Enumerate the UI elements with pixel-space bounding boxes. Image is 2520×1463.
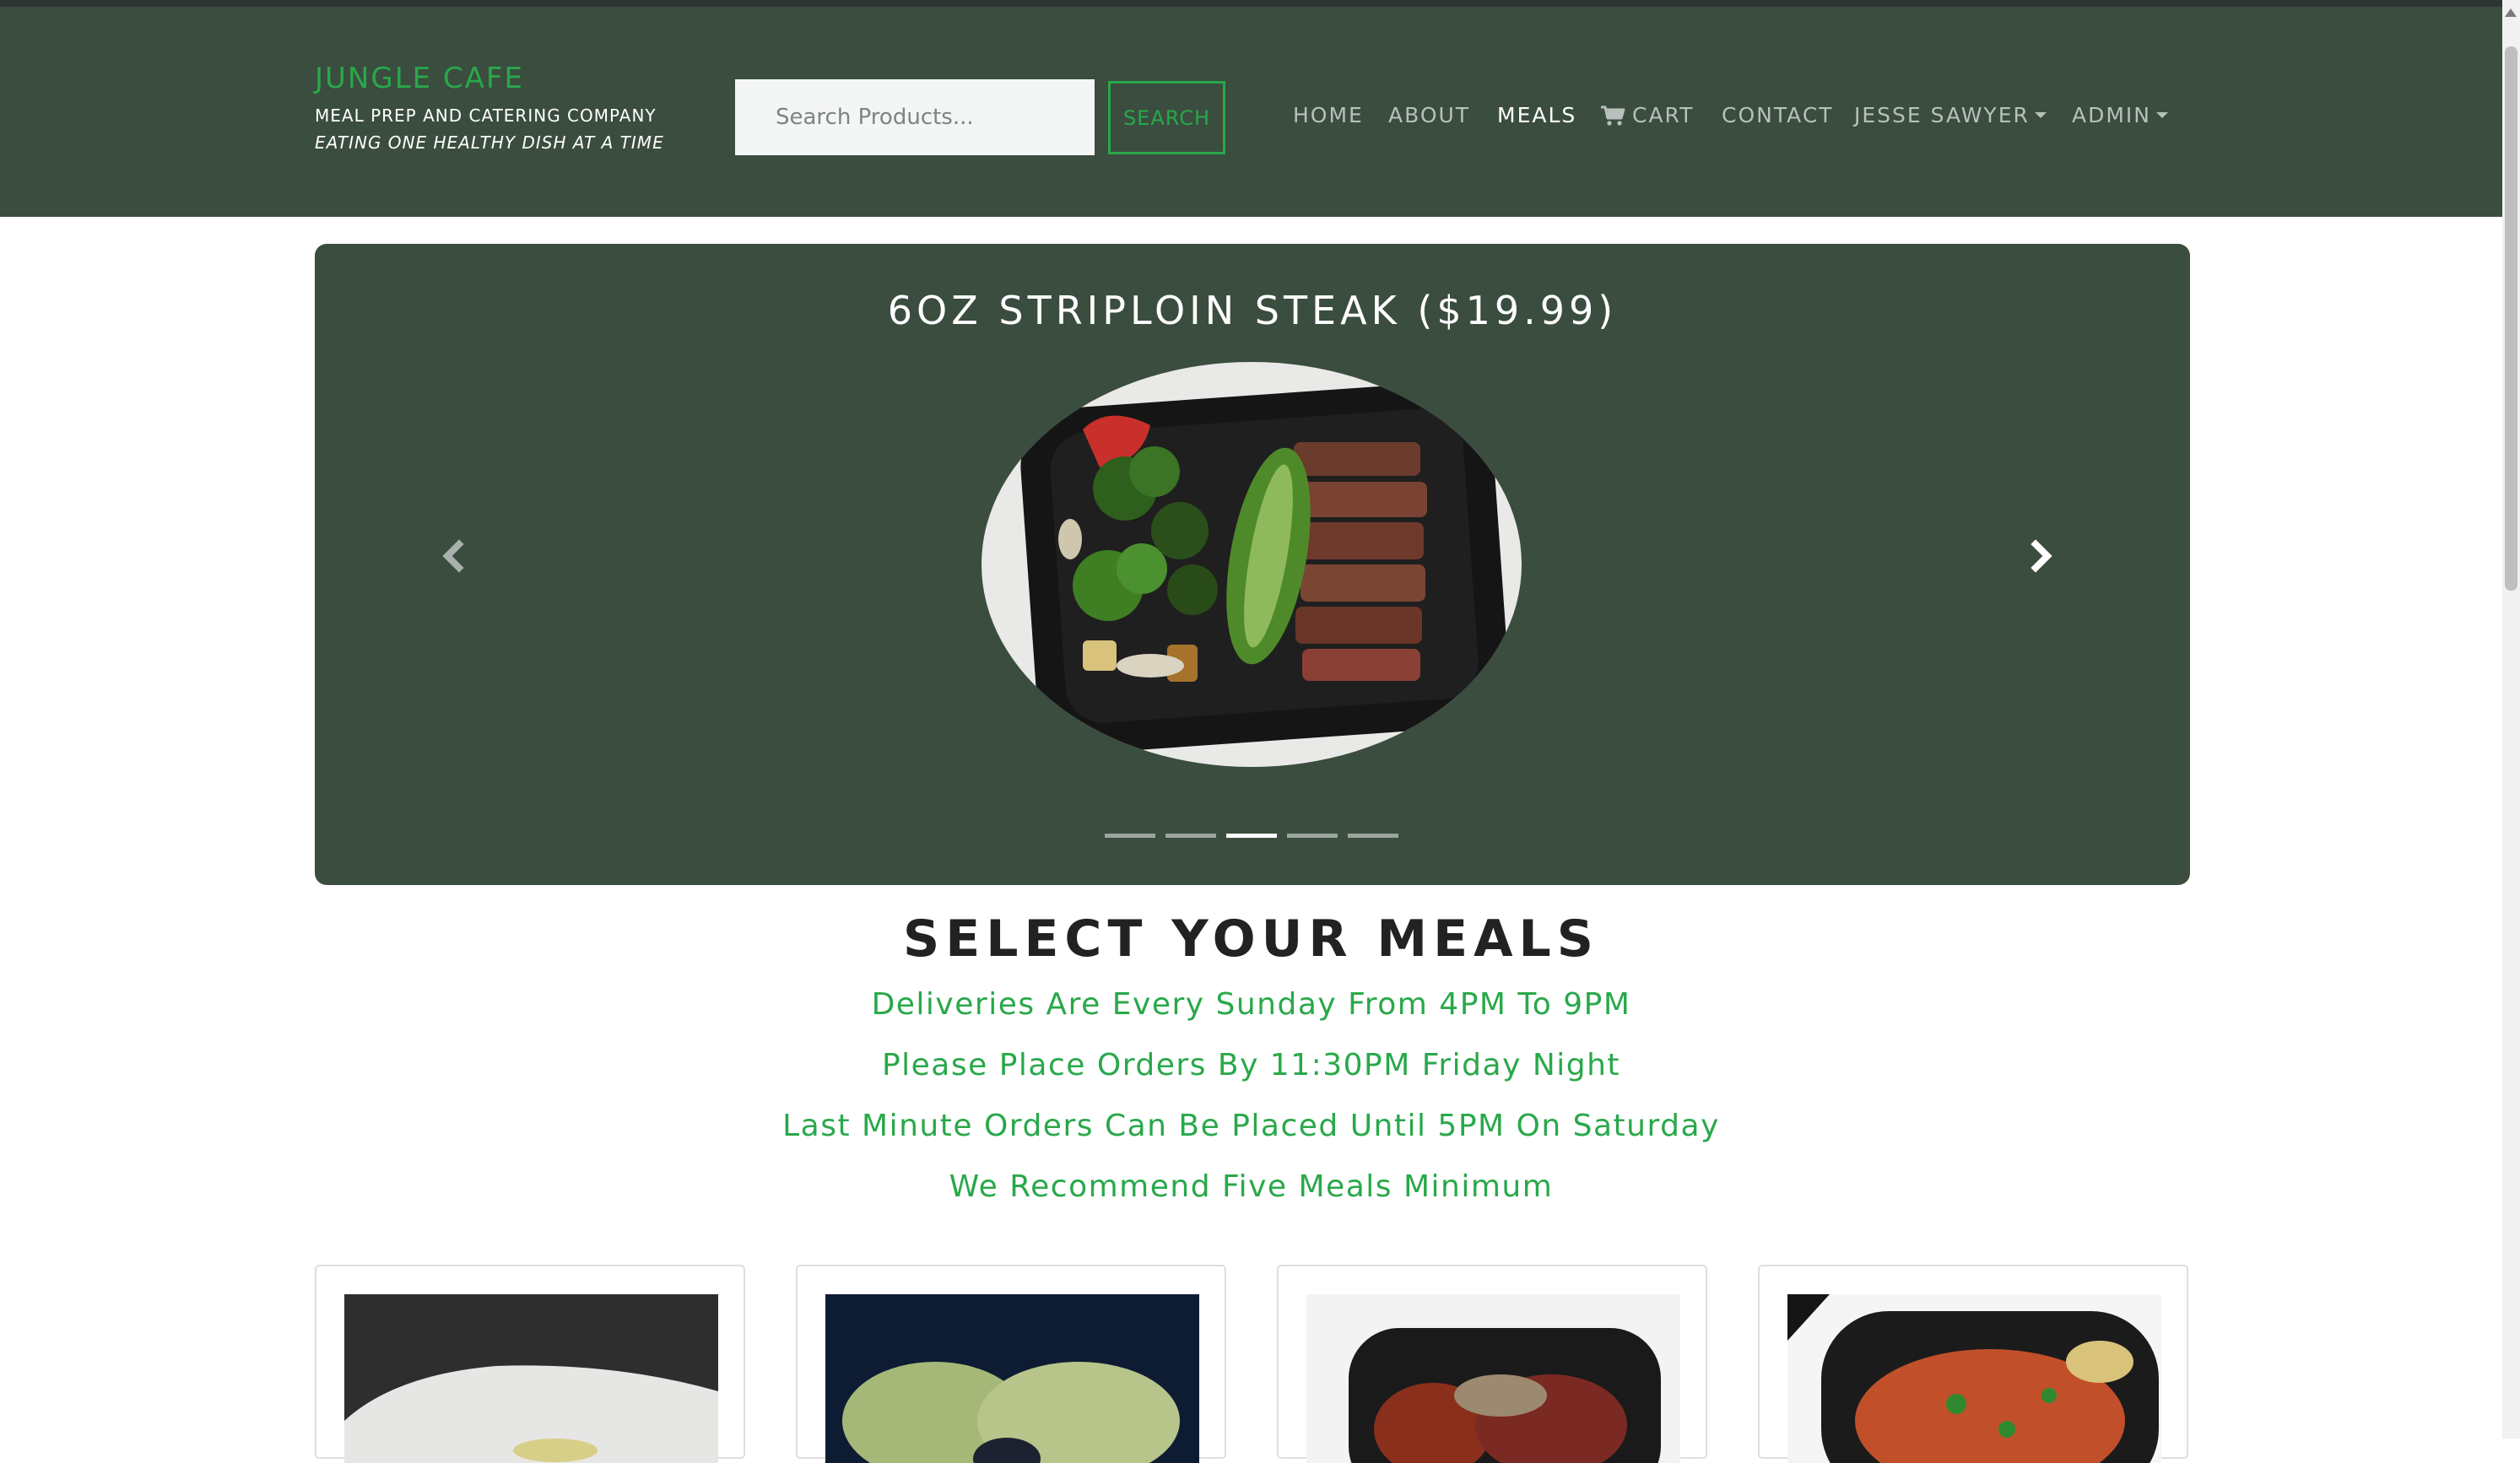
chevron-left-icon: [442, 539, 464, 573]
nav-admin-dropdown[interactable]: ADMIN: [2072, 103, 2168, 127]
page-scrollbar[interactable]: [2502, 0, 2520, 1439]
delivery-info-line: Deliveries Are Every Sunday From 4PM To …: [871, 987, 1631, 1022]
meals-section-title: SELECT YOUR MEALS: [903, 910, 1599, 969]
window-top-border: [0, 0, 2520, 7]
nav-user-label: JESSE SAWYER: [1854, 103, 2030, 127]
meal-card-image: [825, 1294, 1199, 1463]
nav-cart[interactable]: CART: [1600, 103, 1694, 127]
carousel-next-control[interactable]: [2015, 522, 2066, 590]
scrollbar-thumb[interactable]: [2505, 46, 2517, 591]
meal-card[interactable]: [1277, 1265, 1707, 1463]
brand-tagline: EATING ONE HEALTHY DISH AT A TIME: [315, 132, 664, 153]
order-deadline-line: Please Place Orders By 11:30PM Friday Ni…: [881, 1048, 1621, 1082]
carousel-indicator[interactable]: [1348, 834, 1398, 838]
caret-down-icon: [2156, 112, 2168, 118]
meal-card-image: [344, 1294, 718, 1463]
chevron-right-icon: [2031, 539, 2052, 573]
nav-meals[interactable]: MEALS: [1497, 103, 1576, 127]
nav-contact[interactable]: CONTACT: [1722, 103, 1834, 127]
brand[interactable]: JUNGLE CAFE MEAL PREP AND CATERING COMPA…: [315, 60, 664, 153]
recommendation-line: We Recommend Five Meals Minimum: [949, 1169, 1554, 1204]
nav-home[interactable]: HOME: [1293, 103, 1364, 127]
brand-subtitle: MEAL PREP AND CATERING COMPANY: [315, 105, 657, 126]
meal-carousel: 6OZ STRIPLOIN STEAK ($19.99): [315, 244, 2190, 885]
carousel-indicator[interactable]: [1165, 834, 1216, 838]
carousel-indicator[interactable]: [1105, 834, 1155, 838]
carousel-indicators: [1105, 834, 1409, 838]
meal-card-image: [1787, 1294, 2161, 1463]
nav-meals-label: MEALS: [1497, 103, 1577, 127]
nav-home-label: HOME: [1293, 103, 1364, 127]
nav-about-label: ABOUT: [1388, 103, 1471, 127]
search-button[interactable]: SEARCH: [1108, 81, 1225, 154]
nav-contact-label: CONTACT: [1722, 103, 1834, 127]
scroll-up-arrow-icon[interactable]: [2505, 8, 2517, 17]
steak-meal-image: [982, 362, 1522, 767]
site-header: JUNGLE CAFE MEAL PREP AND CATERING COMPA…: [0, 7, 2502, 217]
caret-down-icon: [2034, 112, 2047, 118]
nav-cart-label: CART: [1632, 103, 1695, 127]
carousel-indicator[interactable]: [1287, 834, 1338, 838]
brand-title[interactable]: JUNGLE CAFE: [315, 60, 664, 97]
meal-card[interactable]: [315, 1265, 745, 1463]
nav-about[interactable]: ABOUT: [1388, 103, 1470, 127]
carousel-indicator-active[interactable]: [1226, 834, 1277, 838]
meal-card[interactable]: [796, 1265, 1226, 1463]
carousel-prev-control[interactable]: [429, 522, 479, 590]
meal-card-image: [1306, 1294, 1680, 1463]
nav-admin-label: ADMIN: [2072, 103, 2151, 127]
cart-icon: [1601, 105, 1625, 126]
slide-title: 6OZ STRIPLOIN STEAK ($19.99): [887, 288, 1618, 333]
meal-card[interactable]: [1758, 1265, 2188, 1463]
nav-user-dropdown[interactable]: JESSE SAWYER: [1854, 103, 2047, 127]
last-minute-orders-line: Last Minute Orders Can Be Placed Until 5…: [782, 1109, 1720, 1143]
search-input[interactable]: [735, 79, 1095, 155]
